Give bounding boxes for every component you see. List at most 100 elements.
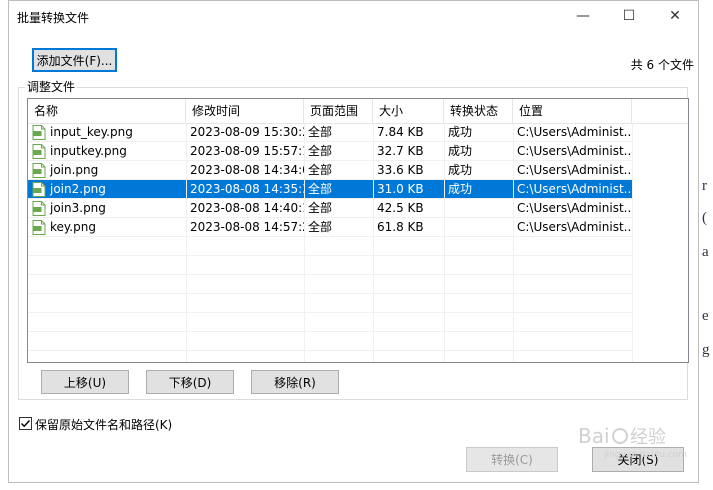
cell-range: 全部: [304, 199, 373, 218]
list-item[interactable]: join3.png 2023-08-08 14:40:17 全部 42.5 KB C:\…: [28, 199, 632, 218]
grid-hline: [28, 255, 632, 256]
grid-hline: [28, 293, 632, 294]
grid-hline: [28, 198, 632, 199]
cell-modified: 2023-08-08 14:57:26: [186, 218, 304, 237]
cell-text: inputkey.png: [50, 144, 127, 158]
column-header-location[interactable]: 位置: [513, 99, 632, 123]
cell-name: join2.png: [28, 180, 186, 199]
cell-location: C:\Users\Administ...: [513, 161, 632, 180]
convert-button[interactable]: 转换(C): [466, 447, 558, 472]
file-count: 共 6 个文件: [630, 58, 694, 72]
list-item[interactable]: join2.png 2023-08-08 14:35:35 全部 31.0 KB 成功 C…: [28, 180, 632, 199]
maximize-button[interactable]: ☐: [606, 1, 652, 31]
cell-modified: 2023-08-09 15:57:10: [186, 142, 304, 161]
cell-status: 成功: [444, 180, 513, 199]
file-list[interactable]: 名称 修改时间 页面范围 大小 转换状态 位置 input_key.png 202…: [27, 98, 689, 363]
cell-text: join.png: [50, 163, 99, 177]
cell-text: 61.8 KB: [377, 220, 424, 234]
background-text-fragment: a: [702, 244, 709, 260]
column-header-size[interactable]: 大小: [373, 99, 444, 123]
add-files-button[interactable]: 添加文件(F)...: [32, 48, 117, 72]
cell-name: key.png: [28, 218, 186, 237]
column-header-modified[interactable]: 修改时间: [186, 99, 304, 123]
move-down-button[interactable]: 下移(D): [146, 370, 234, 394]
cell-text: 全部: [308, 144, 333, 158]
cell-modified: 2023-08-08 14:40:17: [186, 199, 304, 218]
png-file-icon: [32, 182, 46, 197]
cell-text: 成功: [448, 163, 473, 177]
cell-text: C:\Users\Administ...: [517, 182, 632, 196]
cell-text: 2023-08-09 15:57:10: [190, 144, 304, 158]
group-label: 调整文件: [25, 78, 78, 95]
grid-hline: [28, 141, 632, 142]
column-header-name[interactable]: 名称: [28, 99, 186, 123]
cell-text: C:\Users\Administ...: [517, 144, 632, 158]
close-icon: ✕: [669, 8, 681, 24]
cell-text: 32.7 KB: [377, 144, 424, 158]
grid-hline: [28, 331, 632, 332]
cell-name: join3.png: [28, 199, 186, 218]
move-up-button[interactable]: 上移(U): [41, 370, 129, 394]
cell-text: 31.0 KB: [377, 182, 424, 196]
svg-text:jingyan.baidu.com: jingyan.baidu.com: [603, 450, 687, 460]
png-file-icon: [32, 201, 46, 216]
title-bar: 批量转换文件 — ☐ ✕: [9, 1, 698, 31]
cell-size: 33.6 KB: [373, 161, 444, 180]
list-item[interactable]: key.png 2023-08-08 14:57:26 全部 61.8 KB C:\Us…: [28, 218, 632, 237]
grid-vline: [513, 123, 514, 362]
cell-range: 全部: [304, 142, 373, 161]
cell-text: 成功: [448, 144, 473, 158]
maximize-icon: ☐: [622, 8, 636, 24]
list-item[interactable]: input_key.png 2023-08-09 15:30:28 全部 7.84 K…: [28, 123, 632, 142]
batch-convert-dialog: 批量转换文件 — ☐ ✕ 添加文件(F)... 共 6 个文件 调整文件 名称 …: [8, 0, 699, 483]
grid-hline: [28, 350, 632, 351]
cell-text: 2023-08-09 15:30:28: [190, 125, 304, 139]
cell-text: C:\Users\Administ...: [517, 163, 632, 177]
cell-range: 全部: [304, 161, 373, 180]
svg-text:Bai: Bai: [578, 424, 610, 448]
cell-location: C:\Users\Administ...: [513, 199, 632, 218]
cell-range: 全部: [304, 180, 373, 199]
cell-text: 42.5 KB: [377, 201, 424, 215]
cell-text: 7.84 KB: [377, 125, 424, 139]
grid-hline: [28, 236, 632, 237]
background-text-fragment: r: [702, 178, 707, 194]
cell-text: join3.png: [50, 201, 106, 215]
keep-names-checkbox[interactable]: [19, 417, 32, 430]
cell-text: 全部: [308, 125, 333, 139]
cell-text: C:\Users\Administ...: [517, 125, 632, 139]
list-item[interactable]: join.png 2023-08-08 14:34:02 全部 33.6 KB 成功 C:…: [28, 161, 632, 180]
grid-vline: [373, 123, 374, 362]
minimize-button[interactable]: —: [560, 1, 606, 31]
cell-text: 全部: [308, 182, 333, 196]
cell-text: 全部: [308, 220, 333, 234]
cell-size: 61.8 KB: [373, 218, 444, 237]
cell-location: C:\Users\Administ...: [513, 180, 632, 199]
background-text-fragment: g: [702, 342, 710, 358]
cell-size: 7.84 KB: [373, 123, 444, 142]
png-file-icon: [32, 125, 46, 140]
close-window-button[interactable]: ✕: [652, 1, 698, 31]
column-header-status[interactable]: 转换状态: [444, 99, 513, 123]
cell-size: 31.0 KB: [373, 180, 444, 199]
grid-vline: [186, 123, 187, 362]
cell-size: 42.5 KB: [373, 199, 444, 218]
column-header-range[interactable]: 页面范围: [304, 99, 373, 123]
png-file-icon: [32, 144, 46, 159]
cell-text: 2023-08-08 14:34:02: [190, 163, 304, 177]
cell-status: [444, 199, 513, 218]
cell-location: C:\Users\Administ...: [513, 123, 632, 142]
keep-names-label[interactable]: 保留原始文件名和路径(K): [35, 416, 172, 433]
grid-vline: [444, 123, 445, 362]
cell-status: 成功: [444, 161, 513, 180]
minimize-icon: —: [576, 8, 590, 24]
cell-text: 2023-08-08 14:40:17: [190, 201, 304, 215]
remove-button[interactable]: 移除(R): [251, 370, 339, 394]
dialog-title: 批量转换文件: [17, 11, 90, 25]
grid-hline: [28, 312, 632, 313]
cell-status: [444, 218, 513, 237]
cell-location: C:\Users\Administ...: [513, 142, 632, 161]
list-item[interactable]: inputkey.png 2023-08-09 15:57:10 全部 32.7 KB…: [28, 142, 632, 161]
cell-modified: 2023-08-09 15:30:28: [186, 123, 304, 142]
png-file-icon: [32, 220, 46, 235]
